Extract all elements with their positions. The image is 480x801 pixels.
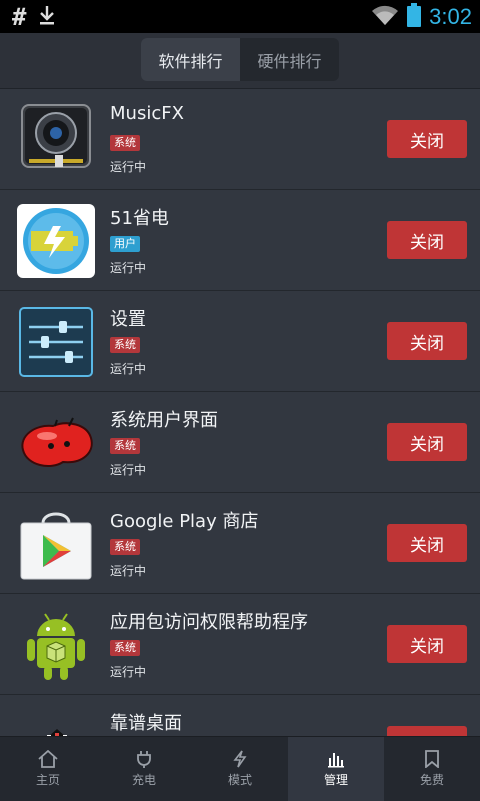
running-status: 运行中 <box>110 564 147 578</box>
close-app-button[interactable]: 关闭 <box>387 322 467 360</box>
app-name: 系统用户界面 <box>110 410 218 431</box>
nav-label: 主页 <box>35 773 60 787</box>
nav-label: 管理 <box>323 773 348 787</box>
system-badge: 系统 <box>110 438 140 454</box>
running-apps-list: MusicFX 系统 运行中 关闭 51省电 用户 运行中 关闭 设置 系统 运… <box>0 89 480 736</box>
close-app-button[interactable]: 关闭 <box>387 524 467 562</box>
app-row-settings[interactable]: 设置 系统 运行中 关闭 <box>0 291 480 392</box>
close-app-button[interactable] <box>387 726 467 736</box>
system-badge: 系统 <box>110 135 140 151</box>
user-badge: 用户 <box>110 236 140 252</box>
close-app-button[interactable]: 关闭 <box>387 221 467 259</box>
system-badge: 系统 <box>110 640 140 656</box>
app-row-system-ui[interactable]: 系统用户界面 系统 运行中 关闭 <box>0 392 480 493</box>
running-status: 运行中 <box>110 665 147 679</box>
jellybean-icon <box>17 406 95 480</box>
close-app-button[interactable]: 关闭 <box>387 625 467 663</box>
running-status: 运行中 <box>110 463 147 477</box>
ranking-segmented-control: 软件排行 硬件排行 <box>141 38 339 81</box>
app-row-package-access-helper[interactable]: 应用包访问权限帮助程序 系统 运行中 关闭 <box>0 594 480 695</box>
wifi-icon <box>371 4 399 30</box>
nav-manage[interactable]: 管理 <box>288 737 384 801</box>
settings-sliders-icon <box>17 305 95 379</box>
battery-icon <box>407 2 422 31</box>
speaker-icon <box>17 103 95 177</box>
app-name: 51省电 <box>110 208 169 229</box>
battery-bolt-icon <box>17 204 95 278</box>
plug-icon <box>135 750 153 768</box>
nav-home[interactable]: 主页 <box>0 737 96 801</box>
ranking-tabs-bar: 软件排行 硬件排行 <box>0 33 480 89</box>
nav-label: 充电 <box>131 773 156 787</box>
nav-charge[interactable]: 充电 <box>96 737 192 801</box>
app-row-musicfx[interactable]: MusicFX 系统 运行中 关闭 <box>0 89 480 190</box>
nav-label: 免费 <box>419 773 444 787</box>
play-store-bag-icon <box>17 507 95 581</box>
bar-chart-icon <box>327 750 345 768</box>
running-status: 运行中 <box>110 362 147 376</box>
app-row-kaopu-launcher[interactable]: 靠谱桌面 <box>0 695 480 736</box>
app-name: Google Play 商店 <box>110 511 259 532</box>
running-status: 运行中 <box>110 261 147 275</box>
nav-mode[interactable]: 模式 <box>192 737 288 801</box>
running-status: 运行中 <box>110 160 147 174</box>
system-badge: 系统 <box>110 337 140 353</box>
status-bar: # 3:02 <box>0 0 480 33</box>
app-name: 靠谱桌面 <box>110 713 182 734</box>
nav-free[interactable]: 免费 <box>384 737 480 801</box>
launcher-icon <box>17 709 95 736</box>
download-icon <box>38 4 56 30</box>
hash-icon: # <box>12 2 27 31</box>
app-name: 应用包访问权限帮助程序 <box>110 612 308 633</box>
bottom-navigation: 主页 充电 模式 管理 免费 <box>0 736 480 801</box>
clock: 3:02 <box>429 3 472 29</box>
app-row-google-play-store[interactable]: Google Play 商店 系统 运行中 关闭 <box>0 493 480 594</box>
app-row-51-power-saver[interactable]: 51省电 用户 运行中 关闭 <box>0 190 480 291</box>
system-badge: 系统 <box>110 539 140 555</box>
close-app-button[interactable]: 关闭 <box>387 423 467 461</box>
app-name: 设置 <box>110 309 146 330</box>
bookmark-icon <box>424 750 440 768</box>
tab-software-ranking[interactable]: 软件排行 <box>141 38 240 81</box>
tab-hardware-ranking[interactable]: 硬件排行 <box>240 38 339 81</box>
nav-label: 模式 <box>227 773 252 787</box>
bolt-icon <box>232 750 248 768</box>
android-robot-icon <box>17 608 95 682</box>
app-name: MusicFX <box>110 103 184 124</box>
home-icon <box>37 750 59 768</box>
close-app-button[interactable]: 关闭 <box>387 120 467 158</box>
